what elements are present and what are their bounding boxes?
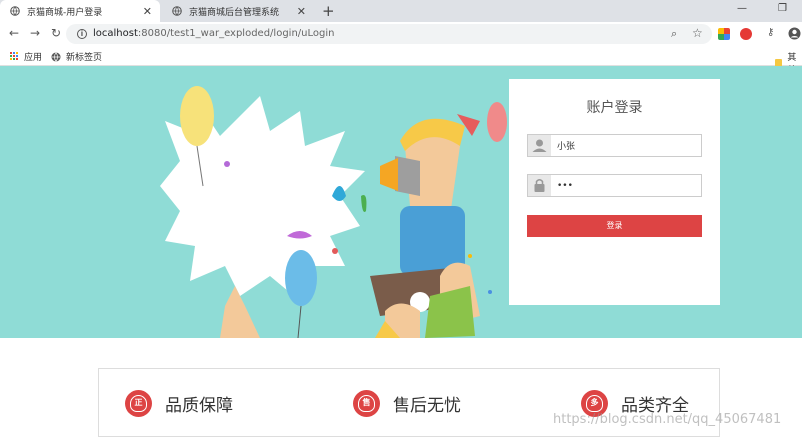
login-title: 账户登录 — [586, 100, 643, 116]
feature-quality: 正 品质保障 — [125, 390, 233, 417]
minimize-icon[interactable]: — — [737, 3, 747, 14]
reload-icon[interactable]: ↻ — [51, 26, 61, 40]
new-tab-button[interactable]: + — [322, 2, 335, 20]
password-field[interactable] — [527, 174, 702, 197]
tab-user-login[interactable]: 京猫商城-用户登录 ✕ — [0, 0, 160, 22]
bookmark-label: 新标签页 — [66, 53, 103, 63]
globe-icon — [10, 6, 20, 16]
url-text[interactable]: localhost:8080/test1_war_exploded/login/… — [93, 28, 334, 39]
login-button[interactable]: 登录 — [527, 215, 702, 237]
username-field[interactable] — [527, 134, 702, 157]
zoom-icon[interactable]: ⌕ — [671, 27, 677, 41]
bookmark-new-tab[interactable]: 新标签页 — [51, 50, 102, 63]
feature-after-sales: 售 售后无忧 — [353, 390, 461, 417]
back-icon[interactable]: ← — [9, 26, 19, 40]
feature-label: 品质保障 — [165, 396, 233, 416]
close-icon[interactable]: ✕ — [143, 5, 152, 18]
user-icon — [528, 135, 551, 156]
bookmark-apps[interactable]: 应用 — [10, 50, 42, 63]
globe-icon — [51, 51, 61, 62]
tab-strip: 京猫商城-用户登录 ✕ 京猫商城后台管理系统 ✕ + — ❐ — [0, 0, 802, 22]
password-input[interactable] — [557, 178, 697, 193]
adblock-icon[interactable] — [740, 28, 752, 40]
login-panel: 账户登录 登录 — [509, 79, 720, 305]
browser-toolbar: ← → ↻ i localhost:8080/test1_war_explode… — [0, 22, 802, 46]
bookmarks-bar: 应用 新标签页 其他 — [0, 46, 802, 76]
tab-admin[interactable]: 京猫商城后台管理系统 ✕ — [162, 0, 314, 22]
forward-icon[interactable]: → — [30, 26, 40, 40]
close-icon[interactable]: ✕ — [297, 5, 306, 18]
profile-icon[interactable] — [788, 27, 801, 40]
lock-icon — [528, 175, 551, 196]
restore-icon[interactable]: ❐ — [778, 3, 787, 14]
address-bar[interactable]: i localhost:8080/test1_war_exploded/logi… — [66, 24, 712, 44]
bookmark-star-icon[interactable]: ☆ — [692, 26, 703, 40]
apps-grid-icon — [10, 52, 19, 61]
extension-icon[interactable] — [718, 28, 730, 40]
after-sales-shield-icon: 售 — [353, 390, 380, 417]
bookmark-label: 应用 — [24, 53, 43, 63]
username-input[interactable] — [557, 138, 697, 153]
globe-icon — [172, 6, 182, 16]
hero-banner: 账户登录 登录 — [0, 66, 802, 338]
tab-title: 京猫商城后台管理系统 — [189, 7, 280, 18]
key-icon[interactable]: ⚷ — [767, 27, 774, 38]
watermark: https://blog.csdn.net/qq_45067481 — [553, 412, 782, 427]
quality-shield-icon: 正 — [125, 390, 152, 417]
info-icon[interactable]: i — [77, 29, 87, 39]
tab-title: 京猫商城-用户登录 — [27, 7, 103, 18]
feature-label: 售后无忧 — [393, 396, 461, 416]
